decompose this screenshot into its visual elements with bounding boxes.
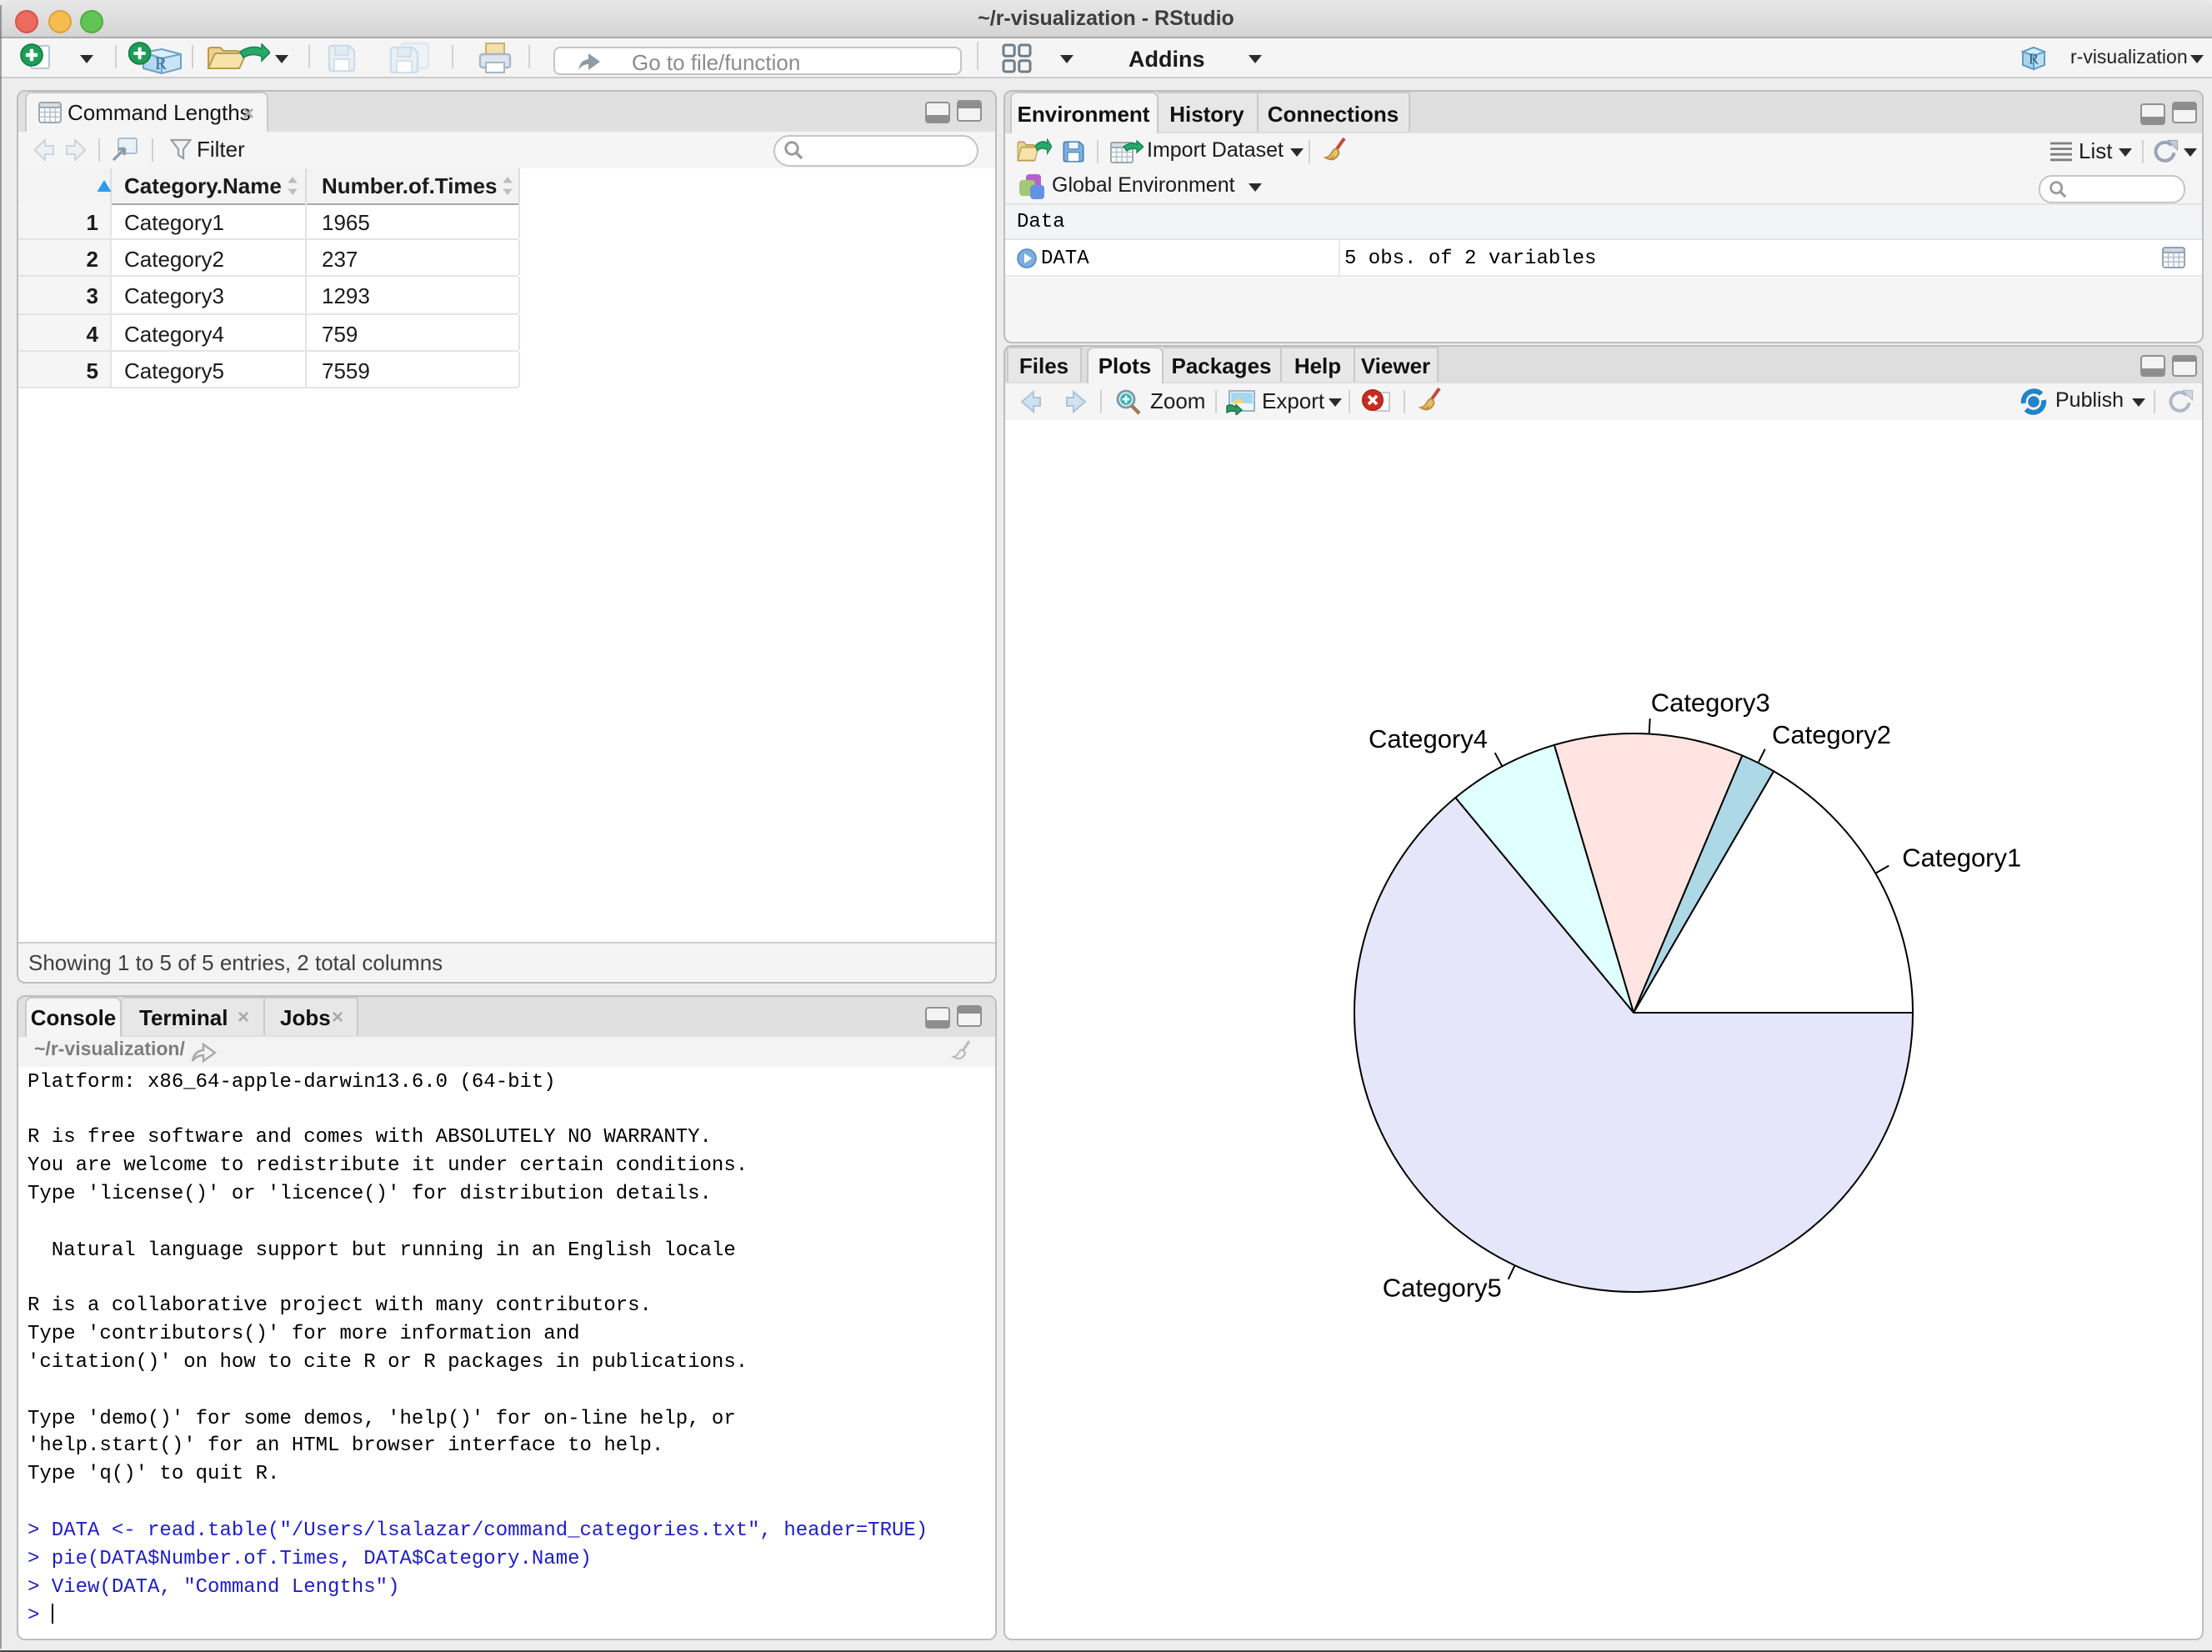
- svg-text:Category1: Category1: [1902, 843, 2021, 872]
- svg-text:R: R: [155, 53, 167, 73]
- svg-text:Category2: Category2: [1772, 720, 1891, 749]
- svg-text:Category4: Category4: [1369, 724, 1488, 753]
- svg-text:Category5: Category5: [1383, 1274, 1502, 1303]
- svg-text:Category3: Category3: [1651, 688, 1770, 718]
- svg-text:R: R: [2029, 50, 2039, 67]
